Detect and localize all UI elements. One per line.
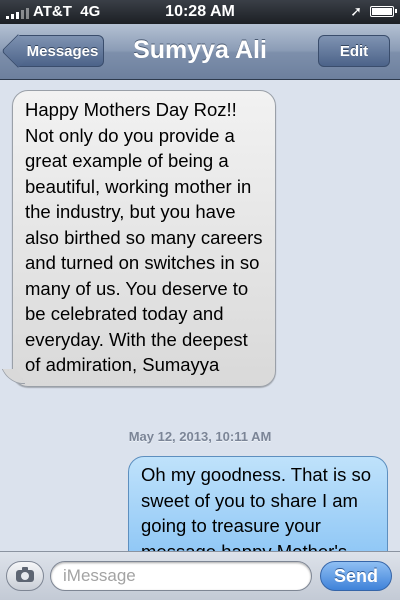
status-time: 10:28 AM [165, 3, 235, 20]
imessage-input[interactable] [50, 561, 312, 591]
message-timestamp: May 12, 2013, 10:11 AM [128, 429, 272, 444]
conversation-view[interactable]: Happy Mothers Day Roz!! Not only do you … [0, 80, 400, 551]
location-arrow-icon: ➚ [350, 3, 362, 19]
battery-full-icon [370, 6, 397, 17]
navigation-bar: Messages Sumyya Ali Edit [0, 24, 400, 80]
received-message-bubble: Happy Mothers Day Roz!! Not only do you … [12, 90, 276, 387]
camera-button[interactable] [6, 561, 44, 591]
camera-icon [16, 567, 34, 582]
back-button-label: Messages [26, 42, 99, 60]
message-input-bar: Send [0, 551, 400, 600]
sent-message-bubble: Oh my goodness. That is so sweet of you … [128, 456, 388, 551]
send-button[interactable]: Send [320, 561, 392, 591]
status-bar: AT&T 4G 10:28 AM ➚ [0, 0, 400, 24]
edit-button[interactable]: Edit [318, 35, 390, 67]
